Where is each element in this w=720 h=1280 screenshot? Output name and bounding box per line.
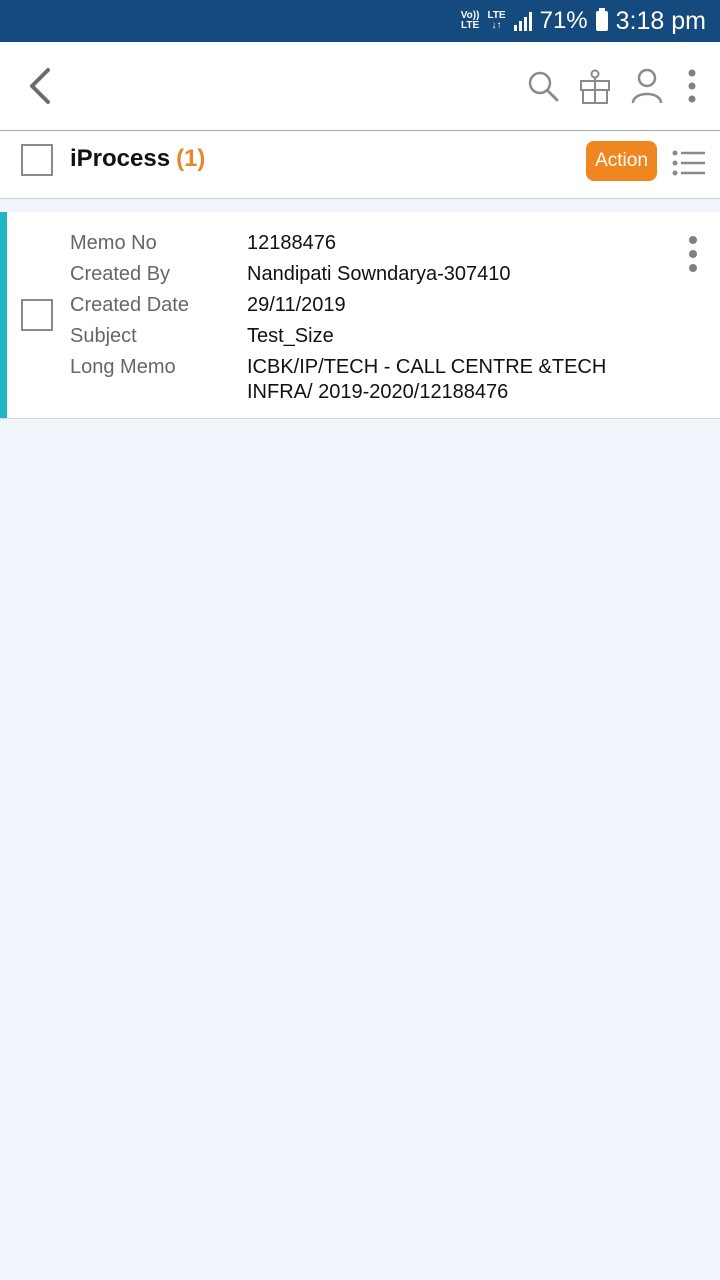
long-memo-value: ICBK/IP/TECH - CALL CENTRE &TECH INFRA/ … <box>247 356 607 403</box>
lte-arrows: ↓↑ <box>491 20 502 31</box>
signal-icon <box>513 11 532 31</box>
top-app-bar <box>0 42 720 131</box>
page-title-text: iProcess <box>70 145 171 172</box>
memo-field-row: Long Memo ICBK/IP/TECH - CALL CENTRE &TE… <box>70 352 660 405</box>
clock: 3:18 pm <box>615 6 706 35</box>
user-icon[interactable] <box>630 66 664 106</box>
created-date-value: 29/11/2019 <box>247 294 346 316</box>
created-by-value: Nandipati Sowndarya-307410 <box>247 263 511 285</box>
status-icons: Vo)) LTE LTE ↓↑ 71% 3:18 pm <box>461 0 706 42</box>
subject-label: Subject <box>70 325 137 347</box>
long-memo-label: Long Memo <box>70 356 176 378</box>
gift-icon[interactable] <box>578 66 612 106</box>
created-date-label: Created Date <box>70 294 189 316</box>
status-bar: Vo)) LTE LTE ↓↑ 71% 3:18 pm <box>0 0 720 42</box>
back-arrow-icon[interactable] <box>22 64 62 108</box>
page-title: iProcess (1) <box>70 145 205 173</box>
battery-icon <box>595 8 608 31</box>
memo-field-row: Created Date 29/11/2019 <box>70 290 660 321</box>
memo-more-icon[interactable] <box>684 234 702 274</box>
memo-checkbox[interactable] <box>21 299 53 331</box>
list-view-icon[interactable] <box>672 149 706 177</box>
app-bar-actions <box>526 64 702 108</box>
subject-value: Test_Size <box>247 325 334 347</box>
memo-no-label: Memo No <box>70 232 157 254</box>
volte-lte-label: LTE <box>461 20 480 31</box>
memo-field-row: Created By Nandipati Sowndarya-307410 <box>70 259 660 290</box>
battery-percent: 71% <box>539 7 588 34</box>
memo-field-row: Subject Test_Size <box>70 321 660 352</box>
created-by-label: Created By <box>70 263 171 285</box>
memo-no-value: 12188476 <box>247 232 336 254</box>
select-all-checkbox[interactable] <box>21 144 53 176</box>
volte-indicator: Vo)) LTE <box>461 11 480 31</box>
memo-card[interactable]: Memo No 12188476 Created By Nandipati So… <box>0 212 720 419</box>
card-accent-bar <box>0 212 7 418</box>
more-vertical-icon[interactable] <box>682 66 702 106</box>
action-button[interactable]: Action <box>586 141 657 181</box>
memo-field-row: Memo No 12188476 <box>70 228 660 259</box>
list-header: iProcess (1) Action <box>0 131 720 199</box>
memo-details: Memo No 12188476 Created By Nandipati So… <box>70 228 660 405</box>
search-icon[interactable] <box>526 66 560 106</box>
item-count: (1) <box>176 145 206 172</box>
lte-indicator: LTE ↓↑ <box>487 11 505 31</box>
